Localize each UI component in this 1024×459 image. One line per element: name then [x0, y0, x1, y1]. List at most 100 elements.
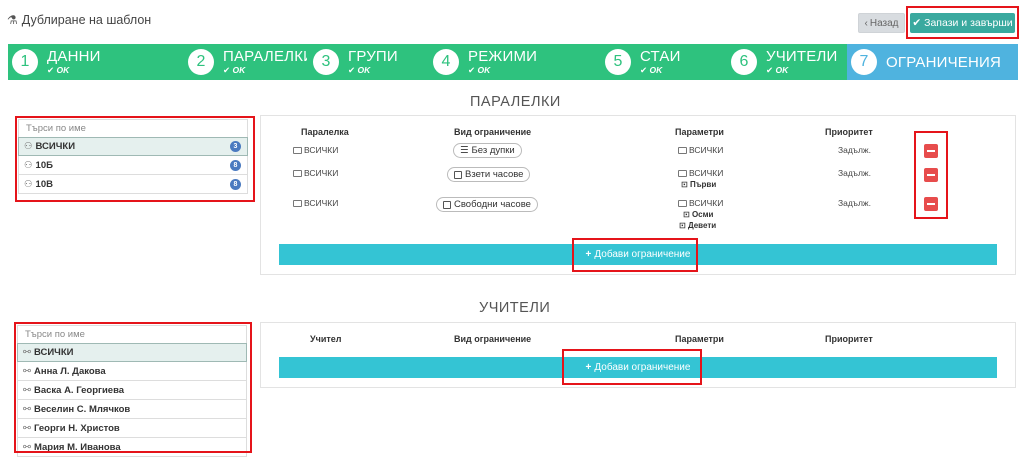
row-param: ВСИЧКИ: [678, 168, 723, 178]
row-param: ВСИЧКИ: [678, 198, 723, 208]
classes-search-input[interactable]: Търси по име: [18, 119, 248, 137]
list-item-label: Георги Н. Христов: [33, 422, 120, 434]
hour-icon: ⊡: [683, 210, 690, 219]
list-item[interactable]: ⚯ Васка А. Георгиева: [17, 381, 247, 400]
teachers-search-input[interactable]: Търси по име: [17, 325, 247, 343]
remove-button[interactable]: [924, 144, 938, 158]
constraint-type-pill: Взети часове: [447, 167, 531, 182]
wizard-step-rooms[interactable]: 5 СТАИ ✔ OK: [601, 44, 727, 80]
count-badge: 8: [230, 159, 241, 171]
hour-icon: ⊡: [679, 221, 686, 230]
list-item-label: ВСИЧКИ: [33, 347, 74, 358]
row-subparam: ⊡ Осми: [683, 210, 714, 219]
list-item-label: ВСИЧКИ: [35, 141, 76, 152]
row-entity: ВСИЧКИ: [293, 145, 338, 155]
column-header-priority: Приоритет: [825, 127, 873, 137]
row-priority: Задълж.: [838, 198, 871, 208]
row-priority: Задълж.: [838, 168, 871, 178]
teacher-icon: ⚯: [23, 422, 31, 434]
wizard-steps: 1 ДАННИ ✔ OK 2 ПАРАЛЕЛКИ ✔ OK 3 ГРУПИ ✔ OK …: [8, 44, 1018, 80]
page-title: ⚗ Дублиране на шаблон: [7, 13, 151, 27]
class-icon: [293, 200, 302, 207]
step-number: 1: [12, 49, 38, 75]
step-name: ГРУПИ: [348, 49, 398, 65]
classes-list: Търси по име ⚇ ВСИЧКИ 3 ⚇ 10Б 8 ⚇ 10В 8: [18, 119, 248, 194]
step-name: РЕЖИМИ: [468, 49, 538, 65]
row-param: ВСИЧКИ: [678, 145, 723, 155]
list-item[interactable]: ⚯ ВСИЧКИ: [17, 343, 247, 362]
step-status: ✔ OK: [47, 65, 70, 76]
step-number: 2: [188, 49, 214, 75]
classes-section-title: ПАРАЛЕЛКИ: [470, 94, 561, 110]
step-status: ✔ OK: [766, 65, 789, 76]
hour-icon: ⊡: [681, 180, 688, 189]
count-badge: 8: [230, 178, 241, 190]
add-constraint-button[interactable]: + Добави ограничение: [279, 244, 997, 265]
step-name: УЧИТЕЛИ: [766, 49, 838, 65]
column-header-type: Вид ограничение: [454, 334, 532, 344]
column-header-entity: Паралелка: [301, 127, 349, 137]
teacher-icon: ⚯: [23, 347, 31, 358]
wizard-step-teachers[interactable]: 6 УЧИТЕЛИ ✔ OK: [727, 44, 847, 80]
column-header-type: Вид ограничение: [454, 127, 532, 137]
back-button[interactable]: ‹ Назад: [858, 13, 905, 33]
check-icon: ✔: [912, 17, 922, 29]
teacher-icon: ⚯: [23, 441, 31, 453]
wizard-step-classes[interactable]: 2 ПАРАЛЕЛКИ ✔ OK: [184, 44, 309, 80]
row-subparam: ⊡ Девети: [679, 221, 717, 230]
column-header-priority: Приоритет: [825, 334, 873, 344]
list-item-label: Анна Л. Дакова: [33, 365, 106, 377]
wizard-step-modes[interactable]: 4 РЕЖИМИ ✔ OK: [429, 44, 601, 80]
list-item[interactable]: ⚇ 10В 8: [18, 175, 248, 194]
wizard-step-constraints[interactable]: 7 ОГРАНИЧЕНИЯ: [847, 44, 1018, 80]
checked-box-icon: [454, 170, 462, 179]
step-status: ✔ OK: [468, 65, 491, 76]
no-gaps-icon: ☰: [460, 145, 469, 156]
remove-button[interactable]: [924, 168, 938, 182]
step-number: 6: [731, 49, 757, 75]
wizard-step-groups[interactable]: 3 ГРУПИ ✔ OK: [309, 44, 429, 80]
class-icon: ⚇: [24, 141, 33, 152]
constraint-type-pill: ☰ Без дупки: [453, 143, 522, 158]
top-bar: ⚗ Дублиране на шаблон ‹ Назад ✔ Запази и…: [0, 0, 1024, 42]
empty-box-icon: [443, 200, 451, 209]
add-constraint-label: Добави ограничение: [594, 249, 691, 260]
row-priority: Задълж.: [838, 145, 871, 155]
row-subparam: ⊡ Първи: [681, 180, 717, 189]
step-number: 5: [605, 49, 631, 75]
row-entity: ВСИЧКИ: [293, 198, 338, 208]
step-number: 4: [433, 49, 459, 75]
step-number: 7: [851, 49, 877, 75]
list-item[interactable]: ⚯ Анна Л. Дакова: [17, 362, 247, 381]
column-header-entity: Учител: [310, 334, 342, 344]
class-icon: ⚇: [24, 159, 33, 171]
list-item[interactable]: ⚇ ВСИЧКИ 3: [18, 137, 248, 156]
save-button-label: Запази и завърши: [924, 17, 1013, 29]
page-title-text: Дублиране на шаблон: [21, 13, 152, 27]
classes-constraints-panel: Паралелка Вид ограничение Параметри Прио…: [260, 115, 1016, 275]
add-constraint-button[interactable]: + Добави ограничение: [279, 357, 997, 378]
add-constraint-label: Добави ограничение: [594, 362, 691, 373]
step-name: ПАРАЛЕЛКИ: [223, 49, 307, 65]
step-number: 3: [313, 49, 339, 75]
step-status: ✔ OK: [223, 65, 246, 76]
save-and-finish-button[interactable]: ✔ Запази и завърши: [910, 13, 1015, 33]
teacher-icon: ⚯: [23, 365, 31, 377]
class-icon: [678, 147, 687, 154]
class-icon: ⚇: [24, 178, 33, 190]
template-icon: ⚗: [7, 13, 18, 27]
list-item[interactable]: ⚇ 10Б 8: [18, 156, 248, 175]
class-icon: [293, 147, 302, 154]
class-icon: [678, 170, 687, 177]
chevron-left-icon: ‹: [864, 17, 868, 29]
list-item-label: Мария М. Иванова: [33, 441, 121, 453]
list-item[interactable]: ⚯ Веселин С. Млячков: [17, 400, 247, 419]
list-item[interactable]: ⚯ Мария М. Иванова: [17, 438, 247, 457]
constraint-type-pill: Свободни часове: [436, 197, 538, 212]
list-item-label: 10В: [35, 178, 53, 190]
teacher-icon: ⚯: [23, 403, 31, 415]
wizard-step-data[interactable]: 1 ДАННИ ✔ OK: [8, 44, 184, 80]
remove-button[interactable]: [924, 197, 938, 211]
list-item[interactable]: ⚯ Георги Н. Христов: [17, 419, 247, 438]
back-button-label: Назад: [869, 17, 899, 29]
